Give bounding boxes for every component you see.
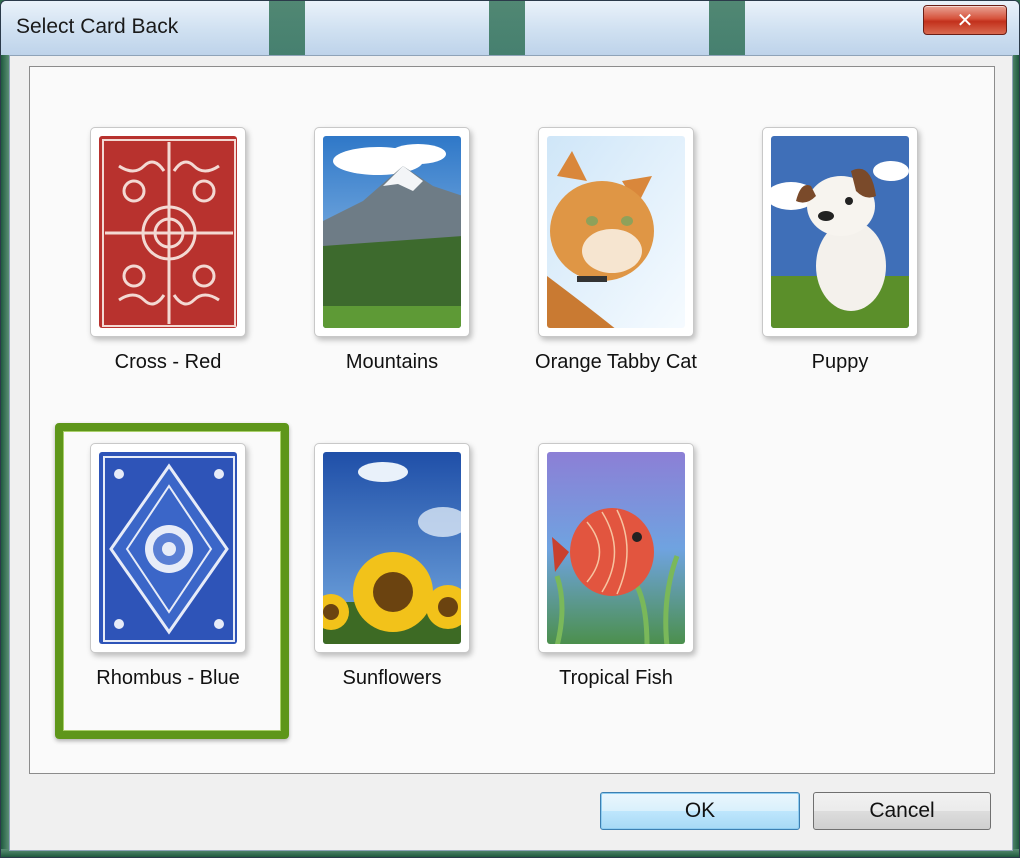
- card-label: Sunflowers: [342, 667, 442, 689]
- card-orange-tabby-cat[interactable]: [538, 127, 694, 337]
- card-tropical-fish[interactable]: [538, 443, 694, 653]
- card-cross-red[interactable]: [90, 127, 246, 337]
- dialog-window: Select Card Back ✕ Cross - Red Mountains…: [0, 0, 1020, 858]
- mountains-image: [323, 136, 461, 328]
- ok-button[interactable]: OK: [600, 792, 800, 830]
- selection-highlight: [55, 423, 289, 739]
- card-label: Tropical Fish: [559, 667, 673, 689]
- title-bar[interactable]: Select Card Back ✕: [1, 1, 1019, 55]
- dialog-client-area: Cross - Red Mountains Orange Tabby Cat P…: [9, 55, 1013, 851]
- card-label: Puppy: [811, 351, 869, 373]
- window-title: Select Card Back: [16, 15, 179, 38]
- card-mountains[interactable]: [314, 127, 470, 337]
- cross-red-image: [99, 136, 237, 328]
- card-puppy[interactable]: [762, 127, 918, 337]
- window-frame-left: [1, 55, 9, 857]
- tropical-fish-image: [547, 452, 685, 644]
- orange-tabby-cat-image: [547, 136, 685, 328]
- close-icon: ✕: [956, 8, 974, 32]
- cancel-button[interactable]: Cancel: [813, 792, 991, 830]
- card-label: Mountains: [345, 351, 439, 373]
- card-label: Orange Tabby Cat: [535, 351, 697, 373]
- sunflowers-image: [323, 452, 461, 644]
- puppy-image: [771, 136, 909, 328]
- close-button[interactable]: ✕: [923, 5, 1007, 35]
- card-sunflowers[interactable]: [314, 443, 470, 653]
- card-back-panel: Cross - Red Mountains Orange Tabby Cat P…: [29, 66, 995, 774]
- card-label: Cross - Red: [114, 351, 222, 373]
